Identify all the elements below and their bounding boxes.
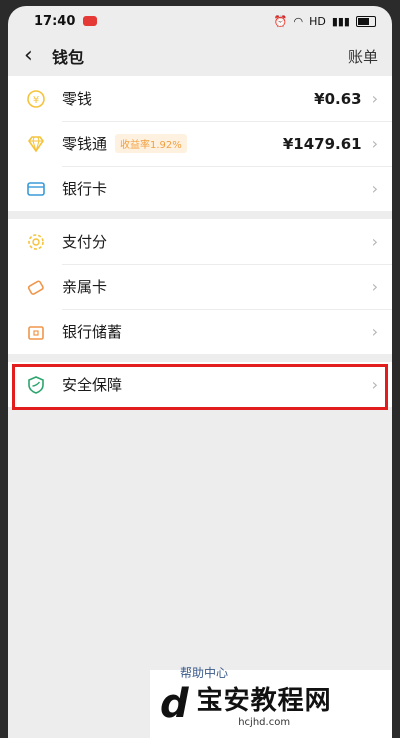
wallet-group-security: 安全保障 › — [8, 362, 392, 407]
row-pay-score[interactable]: 支付分 › — [8, 219, 392, 264]
row-value: ¥1479.61 — [282, 134, 362, 153]
watermark-text: 宝安教程网 hcjhd.com — [197, 680, 332, 728]
row-value: ¥0.63 — [314, 89, 362, 108]
row-label: 亲属卡 — [62, 278, 108, 296]
chevron-right-icon: › — [371, 375, 378, 394]
family-card-icon — [26, 277, 46, 297]
chevron-right-icon: › — [371, 134, 378, 153]
bank-card-icon — [26, 179, 46, 199]
battery-icon — [356, 15, 376, 27]
svg-text:¥: ¥ — [33, 95, 39, 106]
wifi-icon: ◠ — [293, 14, 304, 28]
network-label: HD — [309, 14, 326, 28]
row-label: 安全保障 — [62, 376, 123, 394]
status-icons: ⏰ ◠ HD ▮▮▮ — [274, 15, 376, 28]
row-label: 零钱通 — [62, 135, 108, 153]
row-label: 银行储蓄 — [62, 323, 123, 341]
chevron-right-icon: › — [371, 232, 378, 251]
status-time: 17:40 — [34, 13, 76, 29]
screen-record-icon — [83, 16, 98, 26]
back-arrow-icon[interactable]: ‹ — [24, 45, 48, 67]
alarm-icon: ⏰ — [273, 14, 288, 28]
row-family-card[interactable]: 亲属卡 › — [8, 264, 392, 309]
row-label: 支付分 — [62, 233, 108, 251]
row-label: 银行卡 — [62, 180, 108, 198]
watermark-site: hcjhd.com — [238, 717, 291, 728]
pay-score-icon — [26, 232, 46, 252]
watermark-logo-icon: d — [160, 681, 189, 727]
shield-icon — [26, 375, 46, 395]
yield-badge: 收益率1.92% — [115, 134, 187, 153]
chevron-right-icon: › — [371, 179, 378, 198]
chevron-right-icon: › — [371, 277, 378, 296]
row-bank-card[interactable]: 银行卡 › — [8, 166, 392, 211]
page-title: 钱包 — [52, 48, 85, 67]
status-bar: 17:40 ⏰ ◠ HD ▮▮▮ — [8, 6, 392, 36]
signal-icon: ▮▮▮ — [331, 14, 350, 28]
help-center-link[interactable]: 帮助中心 — [180, 664, 228, 681]
diamond-icon — [26, 134, 46, 154]
row-label: 零钱 — [62, 90, 93, 108]
watermark: 帮助中心 d 宝安教程网 hcjhd.com — [150, 666, 392, 738]
watermark-title: 宝安教程网 — [196, 686, 332, 716]
row-bank-savings[interactable]: 银行储蓄 › — [8, 309, 392, 354]
wallet-group-balance: ¥ 零钱 ¥0.63 › 零钱通 收益率1.92% ¥1479.61 › 银行卡… — [8, 76, 392, 211]
chevron-right-icon: › — [371, 89, 378, 108]
savings-box-icon — [26, 322, 46, 342]
row-change-pass[interactable]: 零钱通 收益率1.92% ¥1479.61 › — [8, 121, 392, 166]
phone-screen: 17:40 ⏰ ◠ HD ▮▮▮ ‹ 钱包 账单 ¥ 零钱 ¥0.63 › 零钱… — [8, 6, 392, 738]
row-change[interactable]: ¥ 零钱 ¥0.63 › — [8, 76, 392, 121]
coin-icon: ¥ — [26, 89, 46, 109]
row-security[interactable]: 安全保障 › — [8, 362, 392, 407]
wallet-group-services: 支付分 › 亲属卡 › 银行储蓄 › — [8, 219, 392, 354]
bill-button[interactable]: 账单 — [348, 46, 378, 67]
chevron-right-icon: › — [371, 322, 378, 341]
nav-bar: ‹ 钱包 账单 — [8, 36, 392, 76]
